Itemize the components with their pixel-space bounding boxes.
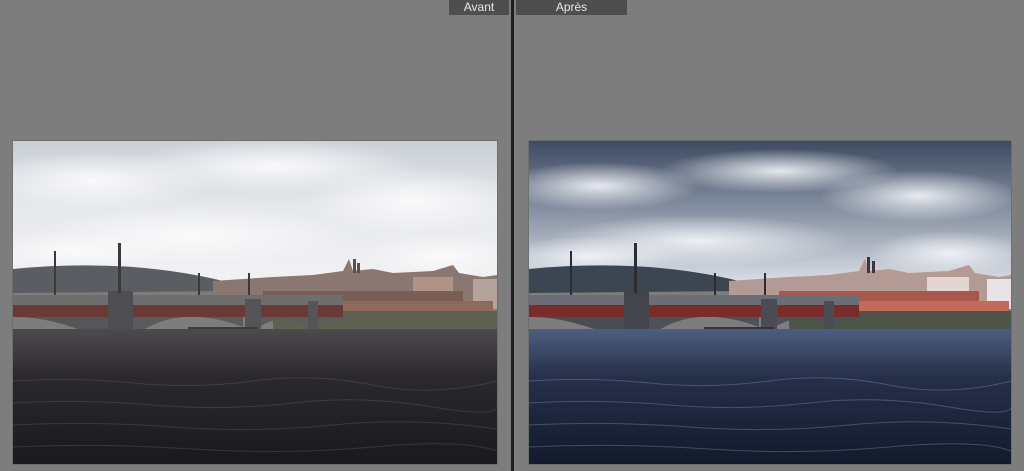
before-photo xyxy=(13,141,497,464)
after-label: Après xyxy=(516,0,627,15)
after-photo xyxy=(529,141,1011,464)
bridge-city-photo-icon xyxy=(529,141,1011,464)
bridge-city-photo-icon xyxy=(13,141,497,464)
before-label: Avant xyxy=(449,0,509,15)
